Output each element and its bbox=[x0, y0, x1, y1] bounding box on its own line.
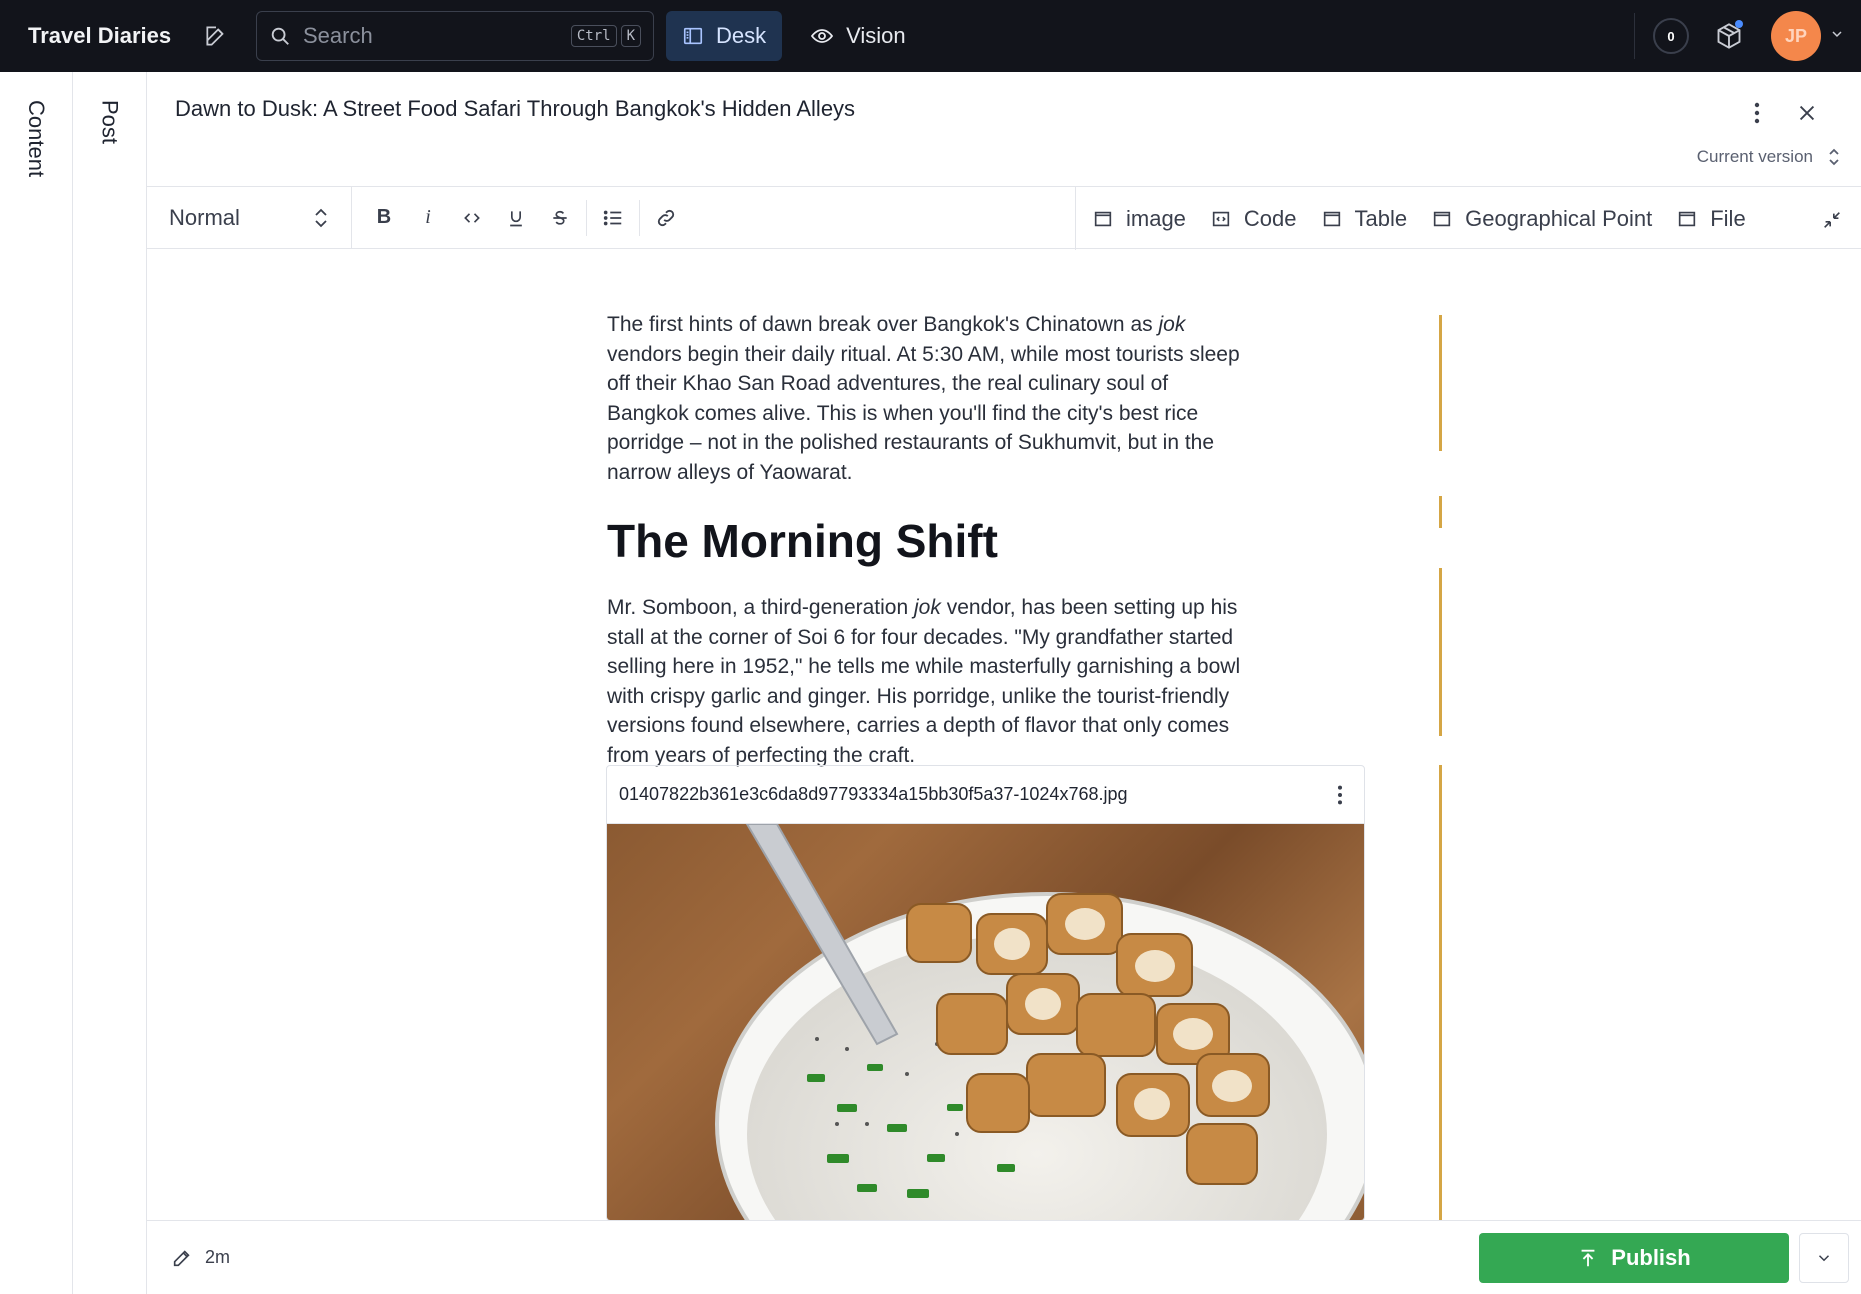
publish-icon bbox=[1581, 1249, 1595, 1267]
change-marker bbox=[1439, 568, 1442, 736]
topbar-divider bbox=[1634, 13, 1635, 59]
block-icon bbox=[1094, 211, 1112, 226]
nav-desk-label: Desk bbox=[716, 23, 767, 48]
image-block-header: 01407822b361e3c6da8d97793334a15bb30f5a37… bbox=[607, 766, 1364, 824]
chevron-down-icon bbox=[1818, 1255, 1830, 1262]
block-style-value: Normal bbox=[169, 204, 240, 230]
document-menu-icon[interactable] bbox=[1745, 98, 1769, 128]
toolbar-divider bbox=[639, 199, 640, 236]
compose-icon[interactable] bbox=[198, 18, 234, 54]
publish-options-button[interactable] bbox=[1799, 1233, 1849, 1283]
insert-table-label: Table bbox=[1354, 205, 1408, 231]
toolbar-divider bbox=[586, 199, 587, 236]
paragraph[interactable]: Mr. Somboon, a third-generation jok vend… bbox=[607, 593, 1247, 770]
insert-image-label: image bbox=[1126, 205, 1186, 231]
porridge-bowl-illustration bbox=[715, 824, 1364, 1220]
brand-title[interactable]: Travel Diaries bbox=[28, 23, 188, 49]
topbar-right: 0 JP bbox=[1634, 0, 1861, 72]
insert-blocks: image Code Table Geographical Point File bbox=[1075, 187, 1770, 250]
insert-code-button[interactable]: Code bbox=[1210, 206, 1297, 232]
last-edited-time: 2m bbox=[205, 1247, 231, 1267]
editor-toolbar: Normal B i image Code Table Geographical… bbox=[147, 186, 1861, 250]
block-icon bbox=[1323, 211, 1340, 226]
underline-icon[interactable] bbox=[494, 196, 538, 240]
bullet-list-icon[interactable] bbox=[591, 196, 635, 240]
insert-file-label: File bbox=[1710, 205, 1746, 231]
post-pane-tab[interactable]: Post bbox=[97, 100, 123, 144]
inline-code-icon[interactable] bbox=[450, 196, 494, 240]
content-rail: Content bbox=[0, 72, 73, 1294]
close-icon[interactable] bbox=[1792, 98, 1822, 128]
avatar[interactable]: JP bbox=[1771, 11, 1821, 61]
code-block-icon bbox=[1212, 211, 1230, 226]
updown-chevron-icon bbox=[315, 208, 327, 227]
content-pane-tab[interactable]: Content bbox=[23, 100, 49, 177]
change-marker bbox=[1439, 496, 1442, 528]
block-icon bbox=[1679, 211, 1696, 226]
insert-table-button[interactable]: Table bbox=[1321, 205, 1408, 232]
document-body[interactable]: The first hints of dawn break over Bangk… bbox=[607, 310, 1247, 770]
section-heading[interactable]: The Morning Shift bbox=[607, 515, 1247, 567]
eye-icon bbox=[811, 29, 834, 43]
image-filename: 01407822b361e3c6da8d97793334a15bb30f5a37… bbox=[619, 784, 1128, 804]
link-icon[interactable] bbox=[644, 196, 688, 240]
text-run: Mr. Somboon, a third-generation bbox=[607, 596, 915, 619]
bold-icon[interactable]: B bbox=[362, 196, 406, 240]
publish-label: Publish bbox=[1611, 1245, 1691, 1270]
version-label: Current version bbox=[1696, 147, 1813, 166]
last-edited[interactable]: 2m bbox=[171, 1247, 230, 1269]
notifications-badge[interactable]: 0 bbox=[1653, 18, 1689, 54]
nav-vision-button[interactable]: Vision bbox=[794, 11, 922, 61]
publish-button[interactable]: Publish bbox=[1479, 1233, 1789, 1283]
block-icon bbox=[1433, 211, 1451, 226]
insert-geopoint-button[interactable]: Geographical Point bbox=[1431, 206, 1652, 232]
italic-icon[interactable]: i bbox=[406, 196, 450, 240]
text-run: vendors begin their daily ritual. At 5:3… bbox=[607, 342, 1240, 484]
updown-chevron-icon bbox=[1829, 148, 1839, 166]
insert-code-label: Code bbox=[1243, 205, 1297, 231]
collapse-icon[interactable] bbox=[1817, 205, 1847, 235]
italic-text: jok bbox=[1158, 313, 1186, 336]
editor-pane: Dawn to Dusk: A Street Food Safari Throu… bbox=[147, 72, 1861, 1294]
search-input[interactable]: Search Ctrl K bbox=[256, 11, 654, 61]
version-selector[interactable]: Current version bbox=[1697, 146, 1841, 168]
kbd-ctrl: Ctrl bbox=[570, 25, 617, 47]
strikethrough-icon[interactable] bbox=[538, 196, 582, 240]
editor-footer: 2m Publish bbox=[147, 1220, 1861, 1294]
update-dot bbox=[1735, 20, 1743, 28]
text-run: vendor, has been setting up his stall at… bbox=[607, 596, 1241, 767]
search-placeholder: Search bbox=[303, 23, 373, 48]
text-run: The first hints of dawn break over Bangk… bbox=[607, 313, 1159, 336]
chevron-down-icon[interactable] bbox=[1829, 26, 1845, 47]
image-block[interactable]: 01407822b361e3c6da8d97793334a15bb30f5a37… bbox=[606, 765, 1365, 1221]
desk-icon bbox=[683, 27, 703, 45]
block-style-select[interactable]: Normal bbox=[147, 186, 352, 249]
insert-image-button[interactable]: image bbox=[1092, 206, 1186, 232]
package-icon[interactable] bbox=[1709, 16, 1749, 56]
change-marker bbox=[1439, 765, 1442, 1220]
post-rail: Post bbox=[73, 72, 147, 1294]
document-title: Dawn to Dusk: A Street Food Safari Throu… bbox=[175, 96, 856, 121]
nav-vision-label: Vision bbox=[846, 23, 906, 48]
image-menu-icon[interactable] bbox=[1328, 780, 1352, 810]
paragraph[interactable]: The first hints of dawn break over Bangk… bbox=[607, 310, 1247, 487]
pencil-icon bbox=[173, 1249, 190, 1266]
change-marker bbox=[1439, 315, 1442, 451]
italic-text: jok bbox=[914, 596, 941, 619]
insert-file-button[interactable]: File bbox=[1676, 205, 1746, 232]
insert-geopoint-label: Geographical Point bbox=[1465, 205, 1653, 231]
nav-desk-button[interactable]: Desk bbox=[666, 11, 783, 61]
food-photo[interactable] bbox=[607, 824, 1364, 1220]
search-icon bbox=[271, 27, 289, 45]
top-bar: Travel Diaries Search Ctrl K Desk Vision… bbox=[0, 0, 1861, 72]
kbd-k: K bbox=[620, 25, 641, 47]
